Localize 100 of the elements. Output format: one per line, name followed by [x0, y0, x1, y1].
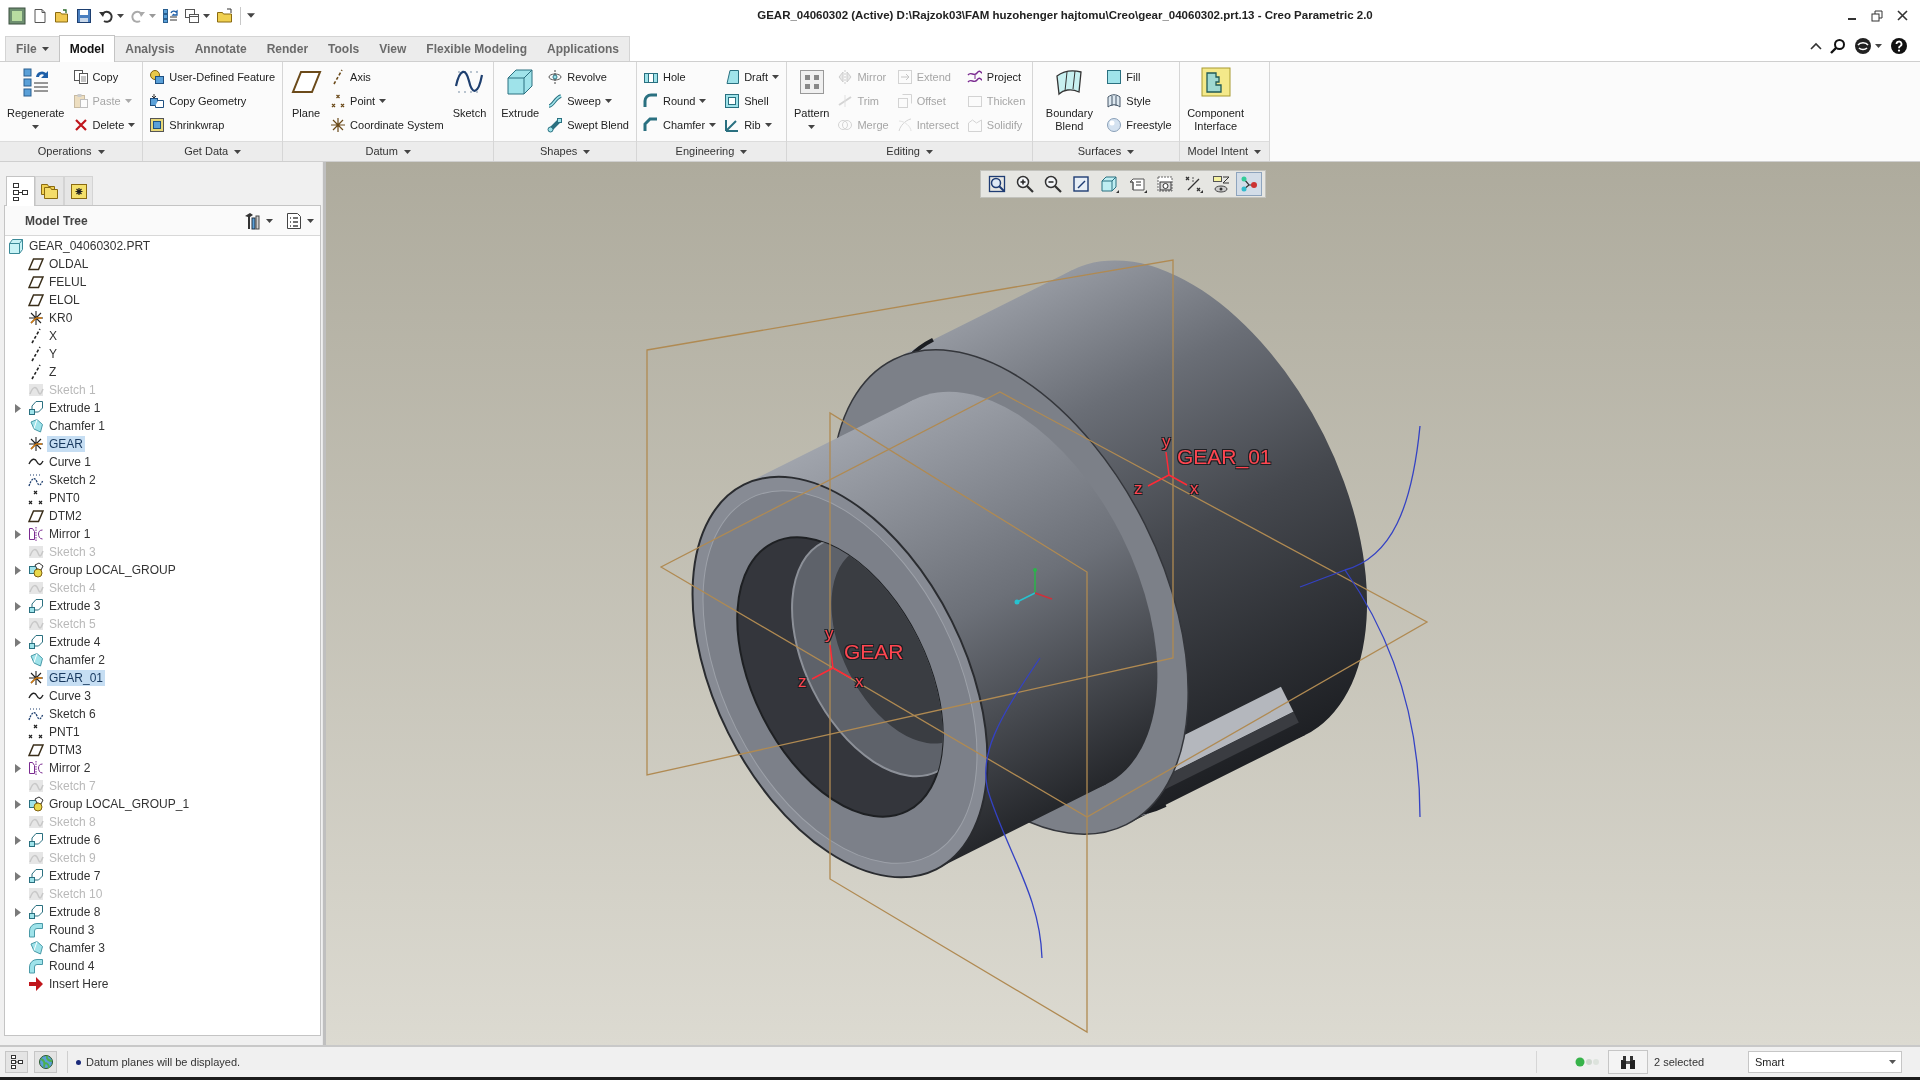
page-icon[interactable]	[32, 7, 48, 24]
tree-item[interactable]: Chamfer 3	[47, 940, 108, 956]
tree-item[interactable]: Extrude 3	[47, 598, 103, 614]
hammer-bars-icon[interactable]	[243, 211, 261, 230]
tree-item[interactable]: Mirror 2	[47, 760, 93, 776]
caret-icon[interactable]	[307, 218, 314, 223]
ribbon-tab[interactable]: Render	[256, 37, 319, 61]
ribbon-tab[interactable]: Tools	[318, 37, 370, 61]
ribbon-tab[interactable]: Analysis	[115, 37, 185, 61]
tree-item[interactable]: Curve 3	[47, 688, 94, 704]
navigator-tab[interactable]	[6, 176, 35, 206]
help-icon[interactable]	[1890, 37, 1908, 55]
ribbon-tab[interactable]: Model	[58, 35, 116, 62]
group-label-button[interactable]: Model Intent	[1179, 141, 1270, 161]
ribbon-button[interactable]: Extrude	[498, 65, 543, 140]
selection-filter-dropdown[interactable]: Smart	[1748, 1051, 1902, 1073]
ribbon-button[interactable]: Fill	[1104, 65, 1175, 89]
tree-item[interactable]: KR0	[47, 310, 75, 326]
tree-item[interactable]: Extrude 7	[47, 868, 103, 884]
expand-arrow-icon[interactable]	[15, 907, 21, 917]
tree-item[interactable]: Round 3	[47, 922, 97, 938]
dark-circle-icon[interactable]	[1854, 37, 1872, 55]
caret-icon[interactable]	[247, 13, 255, 18]
ribbon-button[interactable]: Chamfer	[640, 113, 720, 137]
tree-item[interactable]: FELUL	[47, 274, 89, 290]
tree-item[interactable]: GEAR_04060302.PRT	[27, 238, 153, 254]
stacked-squares-arrows-icon[interactable]	[162, 7, 178, 24]
ribbon-button[interactable]: Rib	[722, 113, 782, 137]
navigator-tab[interactable]	[64, 176, 93, 205]
expand-arrow-icon[interactable]	[15, 601, 21, 611]
browser-toggle-button[interactable]	[34, 1051, 57, 1073]
ribbon-button[interactable]: Axis	[328, 65, 447, 89]
tree-item[interactable]: X	[47, 328, 59, 344]
caret-icon[interactable]	[117, 13, 124, 18]
ribbon-button[interactable]: Sketch	[449, 65, 490, 140]
ribbon-button[interactable]: Swept Blend	[545, 113, 632, 137]
ribbon-button[interactable]: Hole	[640, 65, 720, 89]
ribbon-button[interactable]: Component Interface	[1183, 65, 1248, 140]
ribbon-tab[interactable]: Flexible Modeling	[416, 37, 537, 61]
caret-icon[interactable]	[266, 218, 273, 223]
ribbon-button[interactable]: Shrinkwrap	[147, 113, 279, 137]
tree-item[interactable]: PNT1	[47, 724, 82, 740]
ribbon-button[interactable]: Copy Geometry	[147, 89, 279, 113]
ribbon-button[interactable]: Project	[964, 65, 1029, 89]
tree-item[interactable]: Z	[47, 364, 59, 380]
ribbon-button[interactable]: Delete	[70, 113, 139, 137]
expand-arrow-icon[interactable]	[15, 637, 21, 647]
expand-arrow-icon[interactable]	[15, 403, 21, 413]
ribbon-tab[interactable]: File	[6, 37, 59, 61]
search-icon[interactable]	[1830, 38, 1846, 54]
ribbon-tab[interactable]: Annotate	[184, 37, 257, 61]
tree-item[interactable]: PNT0	[47, 490, 82, 506]
find-button[interactable]	[1608, 1050, 1648, 1074]
ribbon-button[interactable]: Shell	[722, 89, 782, 113]
tree-item[interactable]: Extrude 6	[47, 832, 103, 848]
list-icon[interactable]	[286, 211, 302, 230]
tree-item[interactable]: Round 4	[47, 958, 97, 974]
tree-item[interactable]: Extrude 4	[47, 634, 103, 650]
tree-item[interactable]: Chamfer 1	[47, 418, 108, 434]
tree-item[interactable]: Y	[47, 346, 59, 362]
tree-item[interactable]: Curve 1	[47, 454, 94, 470]
tree-item[interactable]: Insert Here	[47, 976, 111, 992]
tree-item[interactable]: Extrude 8	[47, 904, 103, 920]
ribbon-button[interactable]: Coordinate System	[328, 113, 447, 137]
folder-icon[interactable]	[216, 7, 234, 24]
group-label-button[interactable]: Operations	[0, 141, 143, 161]
chevron-up-icon[interactable]	[1810, 41, 1822, 51]
ribbon-button[interactable]: Copy	[70, 65, 139, 89]
tree-item[interactable]: Group LOCAL_GROUP	[47, 562, 178, 578]
tree-item[interactable]: DTM2	[47, 508, 84, 524]
ribbon-button[interactable]: Regenerate	[4, 65, 68, 140]
tree-item[interactable]: Sketch 2	[47, 472, 98, 488]
ribbon-tab[interactable]: View	[369, 37, 417, 61]
ribbon-button[interactable]: Point	[328, 89, 447, 113]
ribbon-button[interactable]: Plane	[287, 65, 326, 140]
close-icon[interactable]	[1897, 10, 1908, 21]
ribbon-button[interactable]: Round	[640, 89, 720, 113]
ribbon-button[interactable]: Sweep	[545, 89, 632, 113]
tree-item[interactable]: OLDAL	[47, 256, 91, 272]
tree-item[interactable]: Chamfer 2	[47, 652, 108, 668]
ribbon-button[interactable]: Freestyle	[1104, 113, 1175, 137]
expand-arrow-icon[interactable]	[15, 799, 21, 809]
tree-item[interactable]: ELOL	[47, 292, 82, 308]
app-logo-icon[interactable]	[8, 6, 26, 25]
group-label-button[interactable]: Get Data	[143, 141, 283, 161]
expand-arrow-icon[interactable]	[15, 763, 21, 773]
tree-item[interactable]: Extrude 1	[47, 400, 103, 416]
expand-arrow-icon[interactable]	[15, 565, 21, 575]
expand-arrow-icon[interactable]	[15, 529, 21, 539]
ribbon-button[interactable]: Pattern	[791, 65, 833, 140]
group-label-button[interactable]: Engineering	[636, 141, 786, 161]
ribbon-button[interactable]: Revolve	[545, 65, 632, 89]
restore-icon[interactable]	[1871, 9, 1883, 22]
group-label-button[interactable]: Surfaces	[1033, 141, 1179, 161]
tree-item[interactable]: GEAR	[47, 436, 85, 452]
group-label-button[interactable]: Editing	[787, 141, 1033, 161]
group-label-button[interactable]: Datum	[283, 141, 494, 161]
tree-item[interactable]: DTM3	[47, 742, 84, 758]
windows-icon[interactable]	[184, 7, 200, 24]
ribbon-button[interactable]: Boundary Blend	[1037, 65, 1102, 140]
